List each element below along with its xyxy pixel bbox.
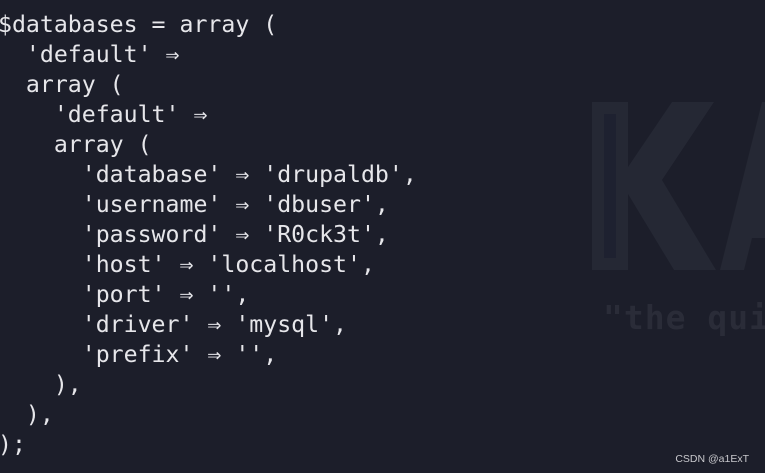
code-line: 'port' ⇒ '', xyxy=(0,281,250,308)
kali-logo-watermark xyxy=(592,92,765,282)
code-line: ), xyxy=(0,371,82,398)
code-line: ), xyxy=(0,401,54,428)
logo-letter-a xyxy=(720,102,765,270)
code-line: 'driver' ⇒ 'mysql', xyxy=(0,311,348,338)
code-line: 'default' ⇒ xyxy=(0,41,180,68)
code-line: $databases = array ( xyxy=(0,11,278,38)
code-line: array ( xyxy=(0,71,124,98)
csdn-watermark: CSDN @a1ExT xyxy=(675,453,749,465)
code-line: 'database' ⇒ 'drupaldb', xyxy=(0,161,417,188)
code-line: 'password' ⇒ 'R0ck3t', xyxy=(0,221,389,248)
wallpaper-tagline: "the qui xyxy=(603,298,765,337)
code-line: 'username' ⇒ 'dbuser', xyxy=(0,191,389,218)
code-line: 'prefix' ⇒ '', xyxy=(0,341,278,368)
code-line: ); xyxy=(0,431,26,458)
terminal-window[interactable]: "the qui $databases = array ( 'default' … xyxy=(0,0,765,473)
code-output[interactable]: $databases = array ( 'default' ⇒ array (… xyxy=(0,10,417,460)
code-line: array ( xyxy=(0,131,152,158)
code-line: 'host' ⇒ 'localhost', xyxy=(0,251,375,278)
code-line: 'default' ⇒ xyxy=(0,101,208,128)
